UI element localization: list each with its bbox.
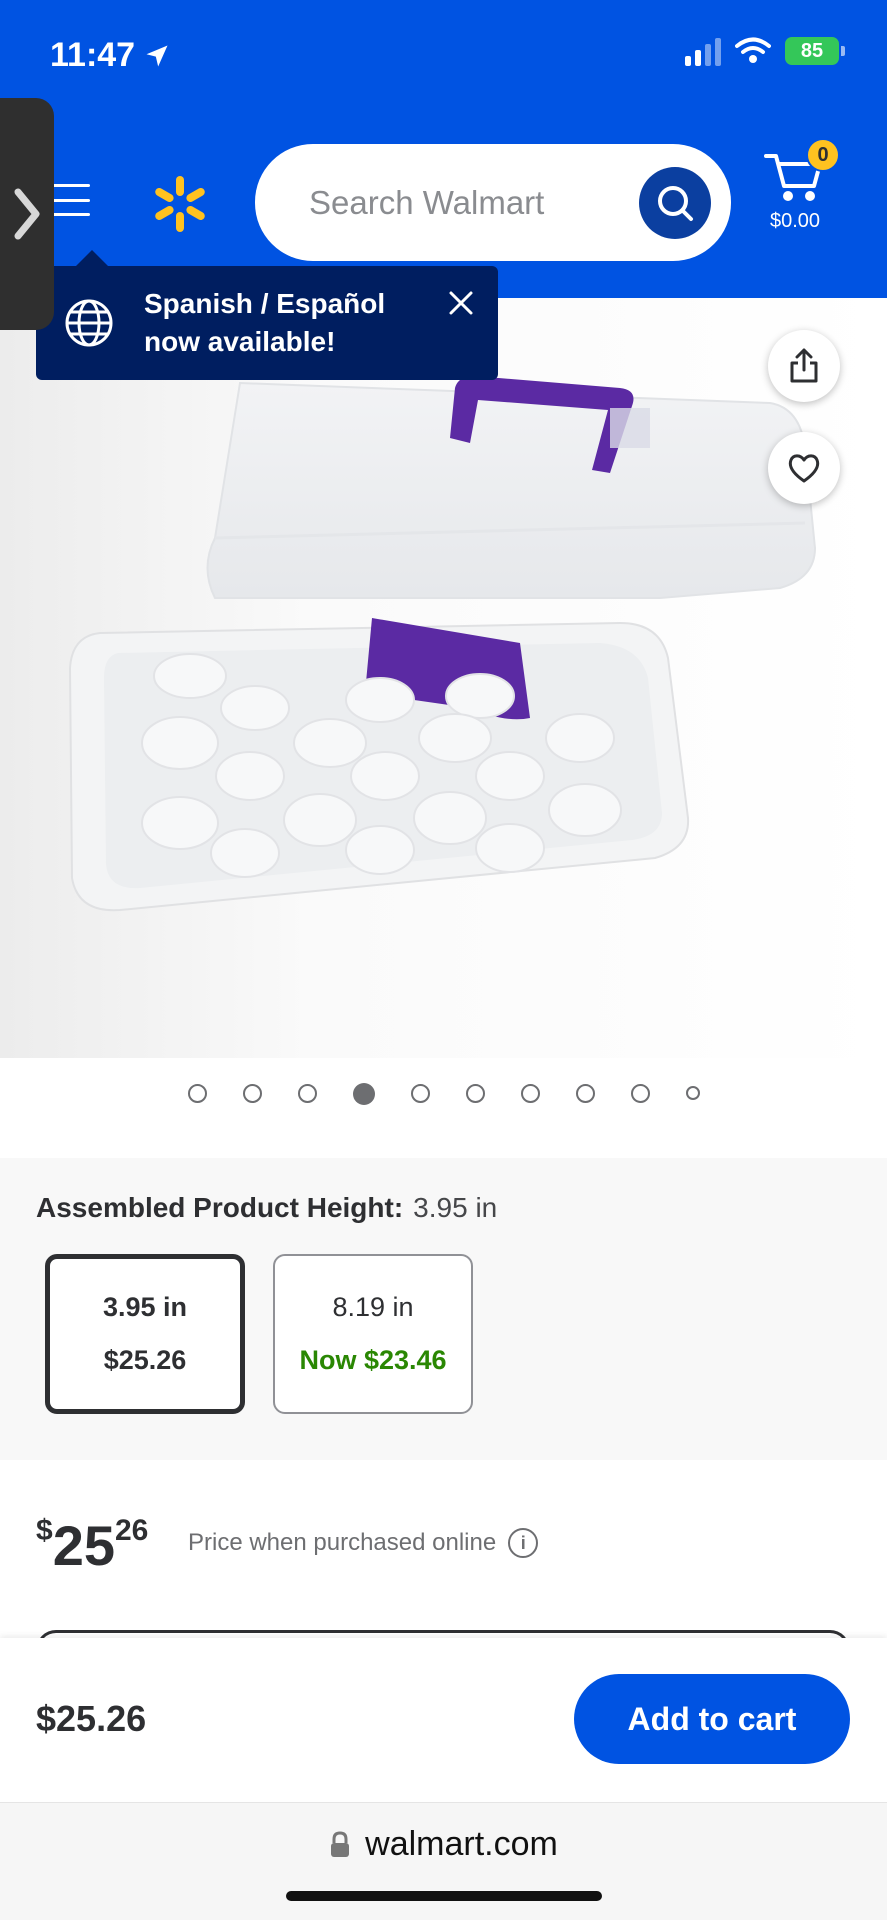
side-panel-tab[interactable]: [0, 98, 54, 330]
home-indicator: [286, 1891, 602, 1901]
variant-option-selected[interactable]: 3.95 in $25.26: [45, 1254, 245, 1414]
cart-amount: $0.00: [769, 210, 821, 232]
pagination-dot[interactable]: [242, 1084, 262, 1103]
price-note: Price when purchased online i: [188, 1528, 539, 1558]
price-dollars: 25: [52, 1514, 115, 1577]
bottom-bar-price: $25.26: [36, 1698, 147, 1739]
variant-size: 3.95 in: [102, 1292, 188, 1322]
pagination-dot[interactable]: [575, 1084, 595, 1103]
pagination-dot[interactable]: [685, 1086, 700, 1100]
pagination-dot[interactable]: [297, 1084, 317, 1103]
pagination-dot[interactable]: [410, 1084, 430, 1103]
search-bar[interactable]: Search Walmart: [255, 144, 731, 261]
menu-button[interactable]: [50, 180, 90, 220]
clock: 11:47: [50, 36, 136, 74]
chevron-right-icon: [14, 188, 40, 240]
variant-label-key: Assembled Product Height:: [36, 1192, 404, 1223]
variant-selector: Assembled Product Height: 3.95 in 3.95 i…: [0, 1158, 887, 1460]
tooltip-message: Spanish / Español now available!: [144, 288, 386, 357]
search-input[interactable]: Search Walmart: [309, 184, 639, 222]
pagination-dot[interactable]: [187, 1084, 207, 1103]
variant-option[interactable]: 8.19 in Now $23.46: [273, 1254, 473, 1414]
location-arrow-icon: [146, 45, 168, 66]
search-button[interactable]: [639, 166, 711, 239]
pagination-dot[interactable]: [630, 1084, 650, 1103]
app-header: 11:47 85 Search Walmart 0 $0.00: [0, 0, 887, 298]
favorite-button[interactable]: [768, 432, 840, 504]
browser-url-bar[interactable]: walmart.com: [0, 1802, 887, 1920]
variant-price-now: Now $23.46: [299, 1345, 447, 1375]
status-time: 11:47: [50, 36, 171, 75]
add-to-cart-button[interactable]: Add to cart: [574, 1674, 850, 1764]
variant-label-value: 3.95 in: [413, 1192, 498, 1223]
pagination-dot[interactable]: [520, 1084, 540, 1103]
share-icon: [790, 348, 818, 383]
variant-price: $25.26: [103, 1345, 187, 1375]
price-note-text: Price when purchased online: [188, 1529, 497, 1556]
pagination-dot[interactable]: [465, 1084, 485, 1103]
battery-icon: 85: [785, 37, 845, 65]
wifi-icon: [735, 37, 771, 63]
heart-icon: [788, 454, 820, 483]
pagination-dot-active[interactable]: [352, 1083, 375, 1105]
status-indicators: 85: [685, 36, 845, 66]
url-display[interactable]: walmart.com: [0, 1825, 887, 1864]
cellular-signal-icon: [685, 36, 721, 66]
bottom-action-bar: $25.26 Add to cart: [0, 1638, 887, 1802]
lock-icon: [331, 1830, 350, 1857]
language-tooltip: Spanish / Español now available!: [36, 250, 498, 380]
product-image-carousel[interactable]: [0, 298, 887, 1058]
close-icon[interactable]: [446, 288, 476, 318]
share-button[interactable]: [768, 330, 840, 402]
url-text: walmart.com: [365, 1825, 558, 1863]
image-pagination: [0, 1083, 887, 1105]
walmart-spark-logo[interactable]: [150, 174, 210, 234]
product-image: [0, 298, 887, 1058]
cart-count-badge: 0: [806, 138, 840, 172]
product-price: $ 25 26: [36, 1510, 148, 1574]
info-icon[interactable]: i: [508, 1528, 539, 1558]
price-cents: 26: [114, 1514, 149, 1547]
search-icon: [658, 185, 693, 221]
variant-size: 8.19 in: [332, 1292, 414, 1322]
price-currency: $: [36, 1514, 53, 1547]
globe-icon: [65, 299, 113, 347]
variant-label: Assembled Product Height: 3.95 in: [36, 1192, 497, 1224]
